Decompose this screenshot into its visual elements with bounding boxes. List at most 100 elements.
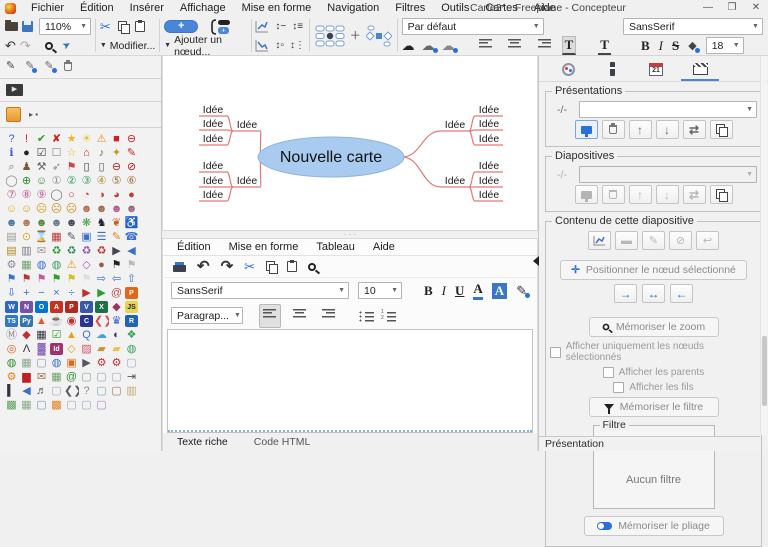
search-icon[interactable] (45, 42, 53, 50)
palette-icon[interactable]: ☁ (94, 328, 109, 342)
palette-icon[interactable]: ▢ (94, 370, 109, 384)
palette-icon[interactable]: − (34, 286, 49, 300)
menu-fichier[interactable]: Fichier (23, 0, 72, 16)
strikethrough-icon[interactable]: S (672, 38, 679, 54)
palette-icon[interactable]: ▦ (34, 328, 49, 342)
map-node-label[interactable]: Idée (445, 175, 466, 187)
palette-icon[interactable]: ❋ (79, 216, 94, 230)
palette-icon[interactable]: ✦ (109, 146, 124, 160)
menu-edition[interactable]: Édition (72, 0, 122, 16)
position-node-button[interactable]: ✛ Positionner le nœud sélectionné (560, 260, 747, 280)
show-selected-checkbox[interactable] (550, 347, 561, 358)
palette-icon[interactable]: ◀ (124, 244, 139, 258)
palette-icon[interactable]: ◍ (49, 356, 64, 370)
palette-icon[interactable]: ☻ (34, 216, 49, 230)
icon-group-icon[interactable] (6, 107, 21, 122)
node-arrow-right-button[interactable]: → (614, 284, 637, 303)
palette-icon[interactable]: V (80, 301, 93, 313)
palette-icon[interactable]: ◯ (49, 188, 64, 202)
palette-icon[interactable]: ⚑ (34, 272, 49, 286)
presentation-down-button[interactable]: ↓ (656, 120, 679, 139)
palette-icon[interactable]: ⇧ (124, 272, 139, 286)
cloud-remove-icon[interactable]: ☁ (442, 39, 455, 53)
menu-mise-en-forme[interactable]: Mise en forme (234, 0, 320, 16)
palette-icon[interactable]: ⊘ (124, 160, 139, 174)
memorize-fold-button[interactable]: Mémoriser le pliage (584, 516, 724, 536)
copy-icon[interactable] (118, 21, 128, 32)
style-combobox[interactable]: Par défaut▼ (402, 18, 544, 35)
show-parents-checkbox[interactable] (603, 367, 614, 378)
presentation-copy-button[interactable] (710, 120, 733, 139)
palette-icon[interactable]: ⑧ (19, 188, 34, 202)
undo-icon[interactable]: ↶ (5, 39, 16, 53)
map-node-label[interactable]: Idée (237, 175, 258, 187)
palette-icon[interactable]: JS (125, 301, 138, 313)
palette-icon[interactable]: ⑤ (109, 174, 124, 188)
numbered-list-icon[interactable] (381, 310, 396, 322)
font-family-combobox[interactable]: SansSerif▼ (623, 18, 763, 35)
palette-icon[interactable]: ♿ (124, 216, 139, 230)
align-right-icon[interactable] (533, 34, 555, 58)
font-size-combobox[interactable]: 18▼ (706, 37, 744, 54)
delete-slide-button[interactable] (602, 185, 625, 204)
palette-icon[interactable]: ▨ (79, 342, 94, 356)
palette-icon[interactable]: ☻ (49, 216, 64, 230)
palette-icon[interactable]: ★ (64, 132, 79, 146)
align-left-icon[interactable] (475, 34, 497, 58)
palette-icon[interactable]: ℹ (4, 146, 19, 160)
palette-icon[interactable]: + (19, 286, 34, 300)
palette-icon[interactable]: ☐ (49, 146, 64, 160)
select-cursor-icon[interactable]: ➤ (60, 37, 74, 53)
palette-icon[interactable]: ⚑ (49, 272, 64, 286)
palette-icon[interactable]: ⚠ (64, 258, 79, 272)
palette-icon[interactable]: ⚑ (64, 160, 79, 174)
palette-icon[interactable]: ◀ (19, 384, 34, 398)
redo-icon[interactable]: ↷ (20, 39, 31, 53)
edit-node-button[interactable]: ✎ (642, 231, 665, 250)
note-text-area[interactable] (167, 329, 533, 433)
palette-icon[interactable]: ⑦ (4, 188, 19, 202)
cloud-add-icon[interactable]: ☁ (422, 39, 435, 53)
chart-content-button[interactable] (588, 231, 611, 250)
slide-down-button[interactable]: ↓ (656, 185, 679, 204)
palette-icon[interactable]: ☑ (49, 328, 64, 342)
paste-icon[interactable] (135, 21, 145, 32)
palette-icon[interactable]: W (5, 301, 18, 313)
palette-icon[interactable]: ✎ (109, 230, 124, 244)
palette-icon[interactable]: ✉ (34, 370, 49, 384)
palette-icon[interactable]: ◯ (4, 174, 19, 188)
palette-icon[interactable]: ○ (64, 188, 79, 202)
palette-icon[interactable]: @ (64, 370, 79, 384)
palette-icon[interactable]: ◆ (19, 328, 34, 342)
palette-icon[interactable]: Q (79, 328, 94, 342)
palette-icon[interactable]: ⊖ (124, 132, 139, 146)
pen-modify-icon[interactable]: ✎ (44, 59, 53, 73)
palette-icon[interactable]: ◕ (109, 188, 124, 202)
palette-icon[interactable]: ● (94, 258, 109, 272)
open-icon[interactable] (5, 22, 18, 31)
palette-icon[interactable]: A (50, 301, 63, 313)
palette-icon[interactable]: ▦ (19, 258, 34, 272)
note-bold-icon[interactable]: B (424, 283, 433, 299)
palette-icon[interactable]: ▤ (4, 244, 19, 258)
palette-icon[interactable]: O (35, 301, 48, 313)
palette-icon[interactable]: ☰ (94, 230, 109, 244)
palette-icon[interactable]: ♞ (94, 216, 109, 230)
palette-icon[interactable]: ▰ (109, 342, 124, 356)
new-presentation-button[interactable] (575, 120, 598, 139)
print-icon[interactable] (173, 262, 186, 272)
palette-icon[interactable]: ▶ (94, 286, 109, 300)
palette-icon[interactable]: ◉ (64, 314, 79, 328)
tab-code-html[interactable]: Code HTML (254, 436, 311, 448)
layout-radial-icon[interactable] (315, 25, 345, 47)
palette-icon[interactable]: ◇ (79, 258, 94, 272)
palette-icon[interactable]: ◑ (94, 188, 109, 202)
mind-map[interactable]: IdéeIdéeIdéeIdéeIdéeIdéeIdéeIdéeIdéeIdée… (163, 56, 539, 230)
palette-icon[interactable]: ⚠ (94, 132, 109, 146)
slide-swap-button[interactable]: ⇄ (683, 185, 706, 204)
delete-presentation-button[interactable] (602, 120, 625, 139)
node-arrow-both-button[interactable]: ↔ (642, 284, 665, 303)
map-node-label[interactable]: Idée (203, 118, 224, 130)
palette-icon[interactable]: ♻ (94, 244, 109, 258)
palette-icon[interactable]: ● (19, 146, 34, 160)
